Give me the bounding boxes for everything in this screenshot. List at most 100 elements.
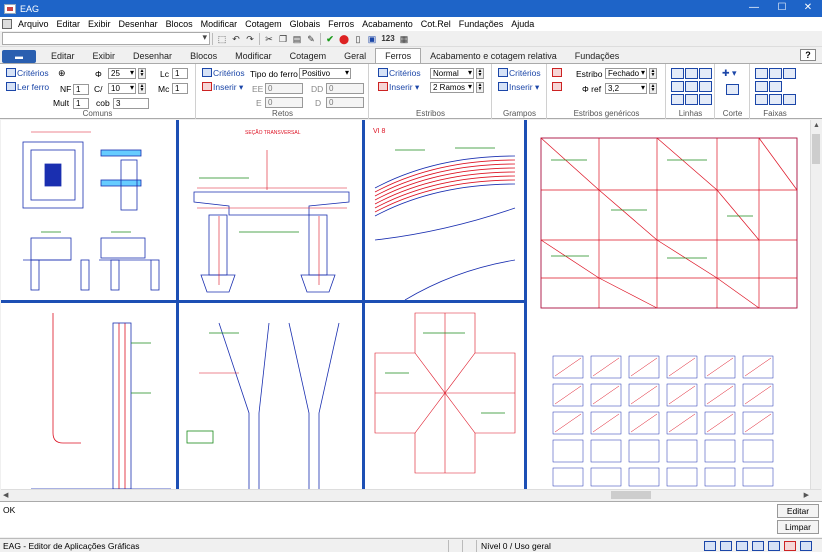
- band-tool-icon-3[interactable]: [783, 68, 796, 79]
- menu-cotrel[interactable]: Cot.Rel: [417, 19, 455, 29]
- e-input[interactable]: 0: [265, 97, 303, 108]
- save-icon[interactable]: ▣: [366, 33, 378, 45]
- maximize-button[interactable]: ☐: [768, 0, 796, 17]
- viewport-6[interactable]: [179, 303, 362, 489]
- menu-blocos[interactable]: Blocos: [162, 19, 197, 29]
- ler-ferro-button[interactable]: Ler ferro: [6, 82, 49, 92]
- confirm-icon[interactable]: ✔: [324, 33, 336, 45]
- close-button[interactable]: ✕: [794, 0, 822, 17]
- band-tool-icon-2[interactable]: [769, 68, 782, 79]
- viewport-1[interactable]: [1, 120, 176, 300]
- band-tool-icon-7[interactable]: [769, 94, 782, 105]
- tab-cotagem[interactable]: Cotagem: [281, 49, 336, 63]
- grid-icon[interactable]: [736, 541, 748, 551]
- pointer-icon[interactable]: ⬚: [216, 33, 228, 45]
- copy-icon[interactable]: ❐: [277, 33, 289, 45]
- snap-icon[interactable]: [720, 541, 732, 551]
- spacing-select[interactable]: 10: [108, 83, 136, 94]
- tab-ferros[interactable]: Ferros: [375, 48, 422, 63]
- line-tool-icon-7[interactable]: [671, 94, 684, 105]
- scroll-up-icon[interactable]: ▲: [813, 122, 820, 129]
- menu-globais[interactable]: Globais: [286, 19, 325, 29]
- undo-icon[interactable]: ↶: [230, 33, 242, 45]
- estribo-tipo-spinner[interactable]: ▲ ▼: [476, 68, 484, 79]
- cut-section-icon[interactable]: [726, 84, 739, 95]
- cut-icon[interactable]: ✂: [263, 33, 275, 45]
- estribo-tipo-select[interactable]: Normal: [430, 68, 474, 79]
- horizontal-scrollbar[interactable]: ◀ ▶: [1, 489, 821, 500]
- file-tab[interactable]: ▬: [2, 50, 36, 63]
- layers-icon[interactable]: [752, 541, 764, 551]
- viewport-4[interactable]: [527, 120, 810, 489]
- lc-input[interactable]: 1: [172, 68, 188, 79]
- phi-ref-select[interactable]: 3,2: [605, 83, 647, 94]
- new-file-icon[interactable]: ▯: [352, 33, 364, 45]
- line-tool-icon-8[interactable]: [685, 94, 698, 105]
- tab-fundacoes[interactable]: Fundações: [566, 49, 629, 63]
- retos-criterios-button[interactable]: Critérios: [202, 68, 245, 78]
- ortho-icon[interactable]: [704, 541, 716, 551]
- line-tool-icon-6[interactable]: [699, 81, 712, 92]
- estribo-fechado-select[interactable]: Fechado: [605, 68, 647, 79]
- tipo-ferro-select[interactable]: Positivo: [299, 68, 351, 79]
- generic-stirrup-icon-1[interactable]: [552, 68, 563, 78]
- tab-blocos[interactable]: Blocos: [181, 49, 226, 63]
- menu-ferros[interactable]: Ferros: [324, 19, 358, 29]
- phi-select[interactable]: 25: [108, 68, 136, 79]
- band-tool-icon-6[interactable]: [755, 94, 768, 105]
- menu-ajuda[interactable]: Ajuda: [507, 19, 538, 29]
- numbering-icon[interactable]: 123: [380, 33, 396, 45]
- ee-input[interactable]: 0: [265, 83, 303, 94]
- menu-arquivo[interactable]: Arquivo: [14, 19, 53, 29]
- menu-exibir[interactable]: Exibir: [84, 19, 115, 29]
- config-icon[interactable]: [800, 541, 812, 551]
- mc-input[interactable]: 1: [172, 83, 188, 94]
- phi-ref-spinner[interactable]: ▲ ▼: [649, 83, 657, 94]
- vertical-scrollbar[interactable]: ▲: [810, 120, 821, 489]
- editar-button[interactable]: Editar: [777, 504, 819, 518]
- menu-acabamento[interactable]: Acabamento: [358, 19, 417, 29]
- scroll-left-icon[interactable]: ◀: [3, 491, 8, 499]
- estribos-inserir-button[interactable]: Inserir ▾: [378, 82, 419, 93]
- tab-acabamento[interactable]: Acabamento e cotagem relativa: [421, 49, 566, 63]
- mult-input[interactable]: 1: [73, 98, 89, 109]
- drawing-canvas[interactable]: SEÇÃO TRANSVERSAL VI 8: [1, 120, 810, 489]
- tab-exibir[interactable]: Exibir: [84, 49, 125, 63]
- estribo-fechado-spinner[interactable]: ▲ ▼: [649, 68, 657, 79]
- line-tool-icon-3[interactable]: [699, 68, 712, 79]
- viewport-7[interactable]: [365, 303, 524, 489]
- estribos-criterios-button[interactable]: Critérios: [378, 68, 421, 78]
- cut-tool-icon[interactable]: ✚ ▾: [722, 68, 737, 79]
- paste-icon[interactable]: ▤: [291, 33, 303, 45]
- tab-geral[interactable]: Geral: [335, 49, 375, 63]
- line-tool-icon-9[interactable]: [699, 94, 712, 105]
- vertical-scroll-thumb[interactable]: [812, 134, 820, 164]
- d-input[interactable]: 0: [326, 97, 364, 108]
- ramos-select[interactable]: 2 Ramos: [430, 82, 474, 93]
- line-tool-icon-1[interactable]: [671, 68, 684, 79]
- limpar-button[interactable]: Limpar: [777, 520, 819, 534]
- cob-input[interactable]: 3: [113, 98, 149, 109]
- ramos-spinner[interactable]: ▲ ▼: [476, 82, 484, 93]
- band-tool-icon-4[interactable]: [755, 81, 768, 92]
- spacing-spinner[interactable]: ▲ ▼: [138, 83, 146, 94]
- grampos-criterios-button[interactable]: Critérios: [498, 68, 541, 78]
- line-tool-icon-4[interactable]: [671, 81, 684, 92]
- minimize-button[interactable]: —: [740, 0, 768, 17]
- line-tool-icon-5[interactable]: [685, 81, 698, 92]
- edit-icon[interactable]: ✎: [305, 33, 317, 45]
- error-icon[interactable]: [784, 541, 796, 551]
- comuns-options-icon[interactable]: ⊕: [58, 68, 66, 79]
- layer-combo[interactable]: [2, 32, 210, 45]
- dd-input[interactable]: 0: [326, 83, 364, 94]
- tab-editar[interactable]: Editar: [42, 49, 84, 63]
- menu-modificar[interactable]: Modificar: [197, 19, 242, 29]
- redo-icon[interactable]: ↷: [244, 33, 256, 45]
- scroll-right-icon[interactable]: ▶: [804, 491, 809, 499]
- band-tool-icon-8[interactable]: [783, 94, 796, 105]
- nf-input[interactable]: 1: [73, 84, 89, 95]
- viewport-5[interactable]: [1, 303, 176, 489]
- stop-icon[interactable]: ⬤: [338, 33, 350, 45]
- band-tool-icon-5[interactable]: [769, 81, 782, 92]
- help-button[interactable]: ?: [800, 49, 816, 61]
